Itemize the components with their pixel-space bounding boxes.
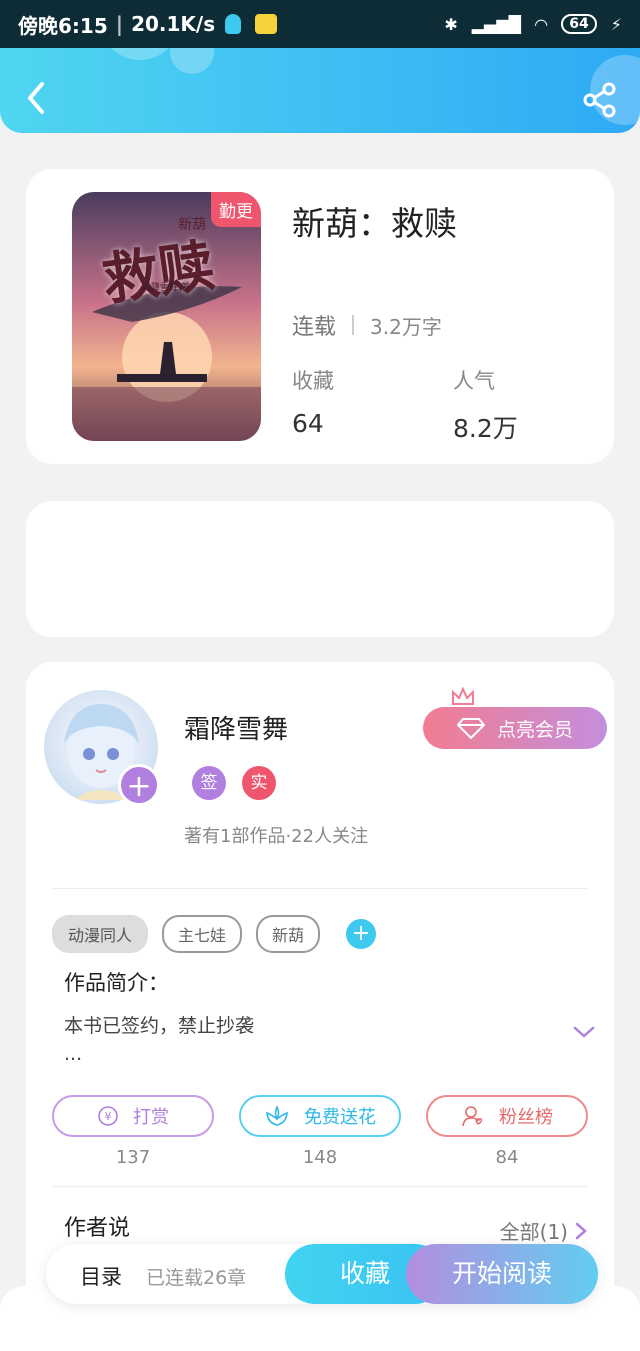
diamond-icon xyxy=(456,718,485,740)
tag-item[interactable]: 动漫同人 xyxy=(52,915,149,953)
chevron-right-icon xyxy=(575,1222,587,1239)
all-label: 全部(1) xyxy=(499,1220,568,1244)
status-bar: 傍晚6:15 | 20.1K/s ✱ ▂▄▆█ ◠ 64 ⚡ xyxy=(0,0,640,48)
chapter-count: 已连载26章 xyxy=(146,1267,247,1289)
follow-plus-button[interactable]: + xyxy=(118,764,160,806)
status-right: ✱ ▂▄▆█ ◠ 64 ⚡ xyxy=(444,14,622,34)
add-tag-button[interactable]: + xyxy=(346,919,377,949)
popularity-stat: 人气 8.2万 xyxy=(453,365,518,445)
collect-stat: 收藏 64 xyxy=(292,365,334,438)
book-status-row: 连载 3.2万字 xyxy=(292,309,442,341)
chevron-left-icon xyxy=(28,82,44,114)
qq-icon xyxy=(225,14,242,34)
catalog-button[interactable]: 目录 xyxy=(80,1261,122,1291)
collect-label: 收藏 xyxy=(292,369,334,393)
top-header: 傍晚6:15 | 20.1K/s ✱ ▂▄▆█ ◠ 64 ⚡ xyxy=(0,0,640,133)
flower-icon xyxy=(266,1105,288,1126)
share-icon xyxy=(583,82,616,118)
back-button[interactable] xyxy=(20,76,56,120)
signal-icon: ▂▄▆█ xyxy=(471,14,521,34)
status-divider xyxy=(352,315,355,335)
intro-ellipsis: ... xyxy=(64,1043,83,1065)
divider xyxy=(52,1186,588,1187)
book-title: 新葫：救赎 xyxy=(292,204,457,243)
signed-badge: 签 xyxy=(192,766,226,800)
charging-icon: ⚡ xyxy=(610,14,622,34)
author-name: 霜降雪舞 xyxy=(184,715,289,745)
reward-count: 137 xyxy=(115,1147,151,1168)
book-info-card: 救赎 新葫 霜降雪舞 著 勤更 新葫：救赎 连载 3.2万字 收藏 64 人气 … xyxy=(26,169,614,464)
intro-title: 作品简介： xyxy=(64,971,169,995)
reward-label: 打赏 xyxy=(133,1107,169,1128)
fan-count: 84 xyxy=(495,1147,519,1168)
word-count: 3.2万字 xyxy=(370,314,442,339)
fan-rank-label: 粉丝榜 xyxy=(499,1107,553,1128)
vip-button[interactable]: 点亮会员 xyxy=(423,707,607,749)
status-separator: | xyxy=(115,12,124,36)
intro-body: 本书已签约，禁止抄袭 xyxy=(64,1015,255,1037)
reward-button[interactable]: ¥ 打赏 xyxy=(52,1095,214,1137)
wifi-icon: ◠ xyxy=(534,14,548,34)
free-flower-label: 免费送花 xyxy=(304,1107,376,1128)
tag-item[interactable]: 新葫 xyxy=(256,915,321,953)
chevron-down-icon xyxy=(573,1026,595,1038)
share-button[interactable] xyxy=(582,82,618,118)
author-say-all-link[interactable]: 全部(1) xyxy=(500,1216,588,1245)
cover-series-art: 新葫 xyxy=(178,217,206,233)
verified-badge: 实 xyxy=(242,766,276,800)
update-badge: 勤更 xyxy=(211,192,261,227)
yen-icon: ¥ xyxy=(98,1106,118,1126)
intro-text: 本书已签约，禁止抄袭 ... xyxy=(64,1012,254,1068)
flower-count: 148 xyxy=(302,1147,338,1168)
free-flower-button[interactable]: 免费送花 xyxy=(239,1095,401,1137)
author-meta: 著有1部作品·22人关注 xyxy=(184,826,369,847)
popularity-value: 8.2万 xyxy=(453,414,518,443)
blank-card xyxy=(26,501,614,637)
vip-label: 点亮会员 xyxy=(496,718,573,741)
divider xyxy=(52,888,588,889)
status-time: 傍晚6:15 xyxy=(18,13,108,38)
bottom-action-bar: 目录 已连载26章 收藏 开始阅读 xyxy=(46,1244,598,1304)
serial-status: 连载 xyxy=(292,315,337,340)
book-cover[interactable]: 救赎 新葫 霜降雪舞 著 勤更 xyxy=(72,192,261,441)
collect-value: 64 xyxy=(292,409,324,438)
crown-icon xyxy=(452,686,474,705)
network-speed: 20.1K/s xyxy=(131,12,216,36)
tag-list: 动漫同人 主七娃 新葫 + xyxy=(52,915,377,953)
app-notification-icon xyxy=(255,14,278,34)
battery-icon: 64 xyxy=(561,14,597,34)
expand-intro-button[interactable] xyxy=(572,1024,596,1044)
author-say-title: 作者说 xyxy=(64,1216,131,1241)
fan-rank-button[interactable]: 粉丝榜 xyxy=(426,1095,588,1137)
cover-title-art: 救赎 xyxy=(98,232,219,314)
start-reading-button[interactable]: 开始阅读 xyxy=(406,1244,598,1304)
popularity-label: 人气 xyxy=(453,369,495,393)
cover-author-art: 霜降雪舞 著 xyxy=(142,283,190,293)
tag-item[interactable]: 主七娃 xyxy=(162,915,243,953)
bluetooth-icon: ✱ xyxy=(444,14,458,34)
svg-text:¥: ¥ xyxy=(105,1110,112,1123)
fan-user-icon xyxy=(462,1106,483,1127)
